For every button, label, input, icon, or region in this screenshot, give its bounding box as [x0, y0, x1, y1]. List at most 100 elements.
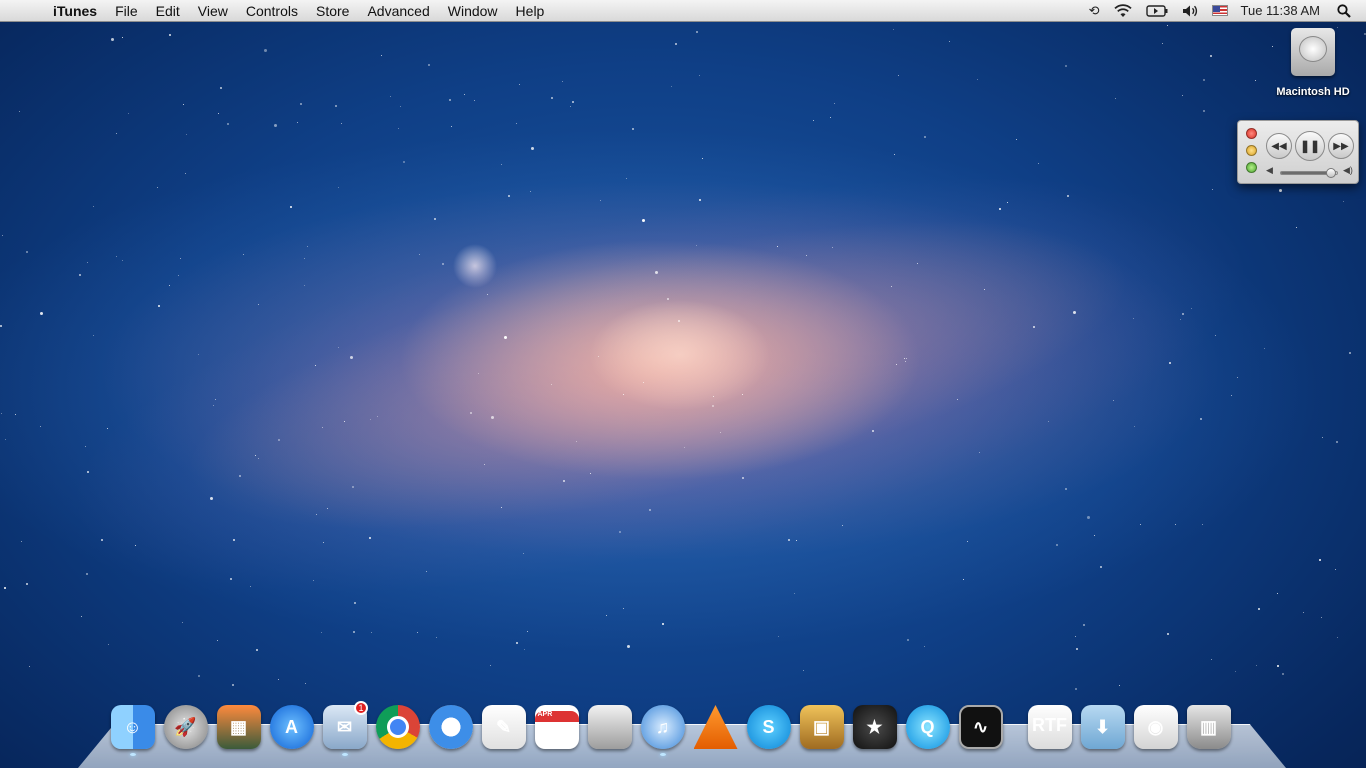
star [1048, 421, 1049, 422]
dock-item-trash[interactable]: ▥ [1182, 702, 1235, 752]
star [1264, 348, 1265, 349]
star [111, 38, 114, 41]
wifi-icon[interactable] [1107, 0, 1139, 22]
minimize-button[interactable] [1246, 145, 1257, 156]
star [390, 96, 391, 97]
time-machine-icon[interactable]: ⟲ [1082, 0, 1107, 22]
dock-item-apple-support[interactable] [583, 702, 636, 752]
play-pause-button[interactable]: ❚❚ [1295, 131, 1325, 161]
star [1215, 335, 1216, 336]
dock-item-rtf-document[interactable]: RTF [1023, 702, 1076, 752]
star [4, 587, 6, 589]
star [619, 531, 621, 533]
input-source-flag-icon[interactable] [1205, 0, 1235, 22]
dock-item-activity-monitor[interactable]: ∿ [954, 702, 1007, 752]
menu-bar: iTunes File Edit View Controls Store Adv… [0, 0, 1366, 22]
star [40, 426, 41, 427]
zoom-button[interactable] [1246, 162, 1257, 173]
star [26, 251, 28, 253]
star [712, 405, 714, 407]
star [576, 441, 577, 442]
dock-item-finder[interactable]: ☺ [106, 702, 159, 756]
running-indicator [129, 753, 136, 756]
volume-slider[interactable] [1280, 168, 1338, 178]
star [977, 79, 978, 80]
app-menu[interactable]: iTunes [44, 0, 106, 22]
star [307, 246, 308, 247]
star [26, 583, 28, 585]
volume-knob[interactable] [1326, 168, 1337, 178]
star [81, 616, 82, 617]
star [1083, 624, 1085, 626]
dock-item-quicktime-player[interactable]: Q [901, 702, 954, 752]
star [572, 101, 574, 103]
dock-separator[interactable] [1007, 702, 1023, 754]
star [527, 631, 528, 632]
star [720, 432, 721, 433]
menu-help[interactable]: Help [507, 0, 554, 22]
star [999, 208, 1001, 210]
star [256, 649, 258, 651]
star [322, 427, 323, 428]
star [806, 255, 807, 256]
star [128, 113, 129, 114]
google-chrome-icon [375, 705, 420, 749]
dock-item-app-store[interactable]: A [265, 702, 318, 752]
dock-item-dashboard[interactable]: ▦ [212, 702, 265, 752]
dock-item-preview[interactable]: ▣ [795, 702, 848, 752]
star [232, 684, 234, 686]
close-button[interactable] [1246, 128, 1257, 139]
star [642, 219, 645, 222]
dock-item-textedit[interactable]: ✎ [477, 702, 530, 752]
star [1202, 524, 1203, 525]
menu-edit[interactable]: Edit [147, 0, 189, 22]
textedit-icon: ✎ [481, 705, 526, 749]
star [169, 34, 171, 36]
star [185, 173, 186, 174]
dock-item-applications-folder[interactable]: ⬇ [1076, 702, 1129, 752]
star [643, 382, 644, 383]
menu-window[interactable]: Window [439, 0, 507, 22]
star [924, 136, 926, 138]
star [210, 497, 213, 500]
dock-item-skype[interactable]: S [742, 702, 795, 752]
star [649, 509, 651, 511]
dock-item-downloads[interactable]: ◉ [1129, 702, 1182, 752]
next-track-button[interactable]: ▶▶ [1328, 133, 1354, 159]
dock-item-mail[interactable]: ✉ 1 [318, 701, 371, 756]
star [220, 87, 222, 89]
star [598, 356, 599, 357]
battery-icon[interactable] [1139, 0, 1175, 22]
star [436, 637, 437, 638]
star [321, 632, 322, 633]
hard-disk-icon [1291, 28, 1335, 76]
spotlight-search-icon[interactable] [1330, 0, 1358, 22]
star [1321, 617, 1322, 618]
star [178, 275, 179, 276]
menu-view[interactable]: View [189, 0, 237, 22]
menu-file[interactable]: File [106, 0, 147, 22]
menu-advanced[interactable]: Advanced [358, 0, 438, 22]
star [1075, 636, 1076, 637]
dock-item-safari[interactable]: ✦ [424, 702, 477, 752]
star [122, 260, 123, 261]
volume-icon[interactable] [1175, 0, 1205, 22]
previous-track-button[interactable]: ◀◀ [1266, 133, 1292, 159]
menu-controls[interactable]: Controls [237, 0, 307, 22]
star [255, 455, 256, 456]
dock-item-launchpad[interactable]: 🚀 [159, 702, 212, 752]
star [627, 645, 630, 648]
menu-clock[interactable]: Tue 11:38 AM [1235, 0, 1331, 22]
star [1235, 671, 1236, 672]
star [490, 665, 491, 666]
star [1, 413, 2, 414]
dock-item-calendar[interactable]: APR 24 [530, 702, 583, 752]
dock-item-google-chrome[interactable] [371, 702, 424, 752]
menu-store[interactable]: Store [307, 0, 358, 22]
star [451, 126, 452, 127]
dock-item-itunes[interactable]: ♫ [636, 702, 689, 756]
star [1282, 673, 1284, 675]
dock-item-vlc[interactable] [689, 702, 742, 752]
dock-item-imovie[interactable]: ★ [848, 702, 901, 752]
macintosh-hd-desktop-icon[interactable]: Macintosh HD [1268, 28, 1358, 98]
